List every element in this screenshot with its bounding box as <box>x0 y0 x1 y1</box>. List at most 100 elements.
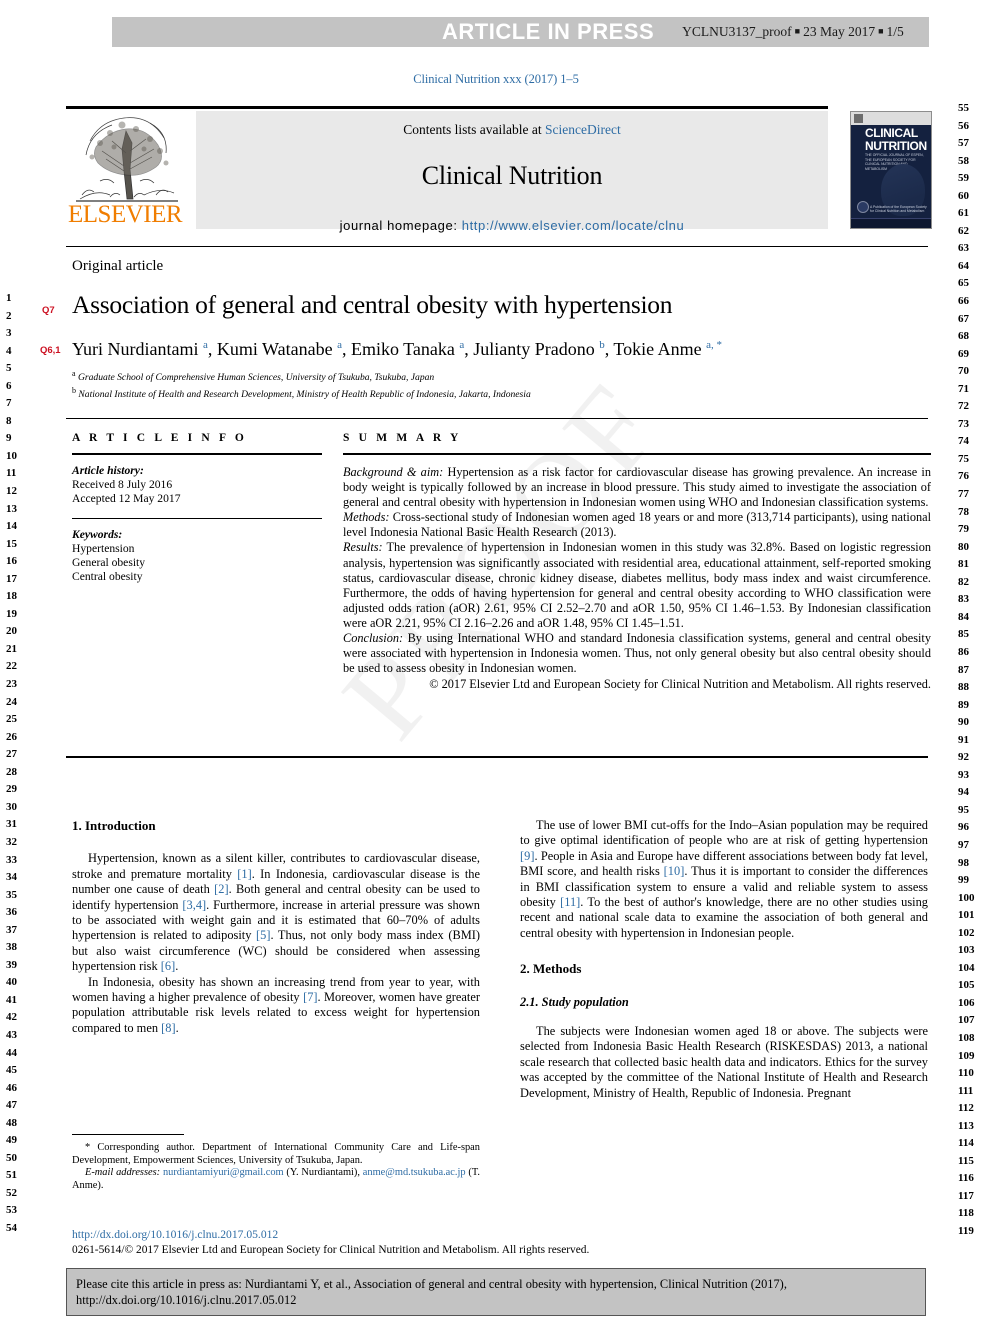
line-number: 37 <box>6 923 17 936</box>
line-number: 30 <box>6 800 17 813</box>
line-number: 101 <box>958 909 975 922</box>
summary-conclusion-label: Conclusion: <box>343 631 404 646</box>
citation-ref-6[interactable]: [6] <box>161 959 175 973</box>
line-number: 106 <box>958 996 975 1009</box>
page-title: Association of general and central obesi… <box>72 290 673 319</box>
cover-footer-text: A Publication of the European Society fo… <box>870 204 927 214</box>
line-number: 64 <box>958 259 969 272</box>
summary-column: S U M M A R Y Background & aim: Hyperten… <box>343 432 931 692</box>
line-number: 84 <box>958 610 969 623</box>
cite-line-2[interactable]: http://dx.doi.org/10.1016/j.clnu.2017.05… <box>76 1292 916 1308</box>
proof-date: 23 May 2017 <box>803 24 876 39</box>
contents-available-line: Contents lists available at ScienceDirec… <box>196 111 828 138</box>
email-link-2[interactable]: anme@md.tsukuba.ac.jp <box>363 1167 466 1178</box>
proof-page: 1/5 <box>886 24 904 39</box>
summary-body: Background & aim: Hypertension as a risk… <box>343 465 931 692</box>
citation-ref-3-4[interactable]: [3,4] <box>182 898 206 912</box>
line-number: 81 <box>958 558 969 571</box>
affiliations: a Graduate School of Comprehensive Human… <box>72 368 942 401</box>
masthead-box: Contents lists available at ScienceDirec… <box>196 111 828 233</box>
article-history-group: Article history: Received 8 July 2016 Ac… <box>72 464 322 507</box>
line-number: 33 <box>6 853 17 866</box>
proof-id: YCLNU3137_proof <box>682 24 792 39</box>
citation-ref-7[interactable]: [7] <box>303 990 317 1004</box>
info-section-top-rule <box>66 418 928 419</box>
intro-paragraph-1: Hypertension, known as a silent killer, … <box>72 851 480 974</box>
line-number: 42 <box>6 1011 17 1024</box>
footnotes: * Corresponding author. Department of In… <box>72 1142 480 1192</box>
homepage-url-link[interactable]: http://www.elsevier.com/locate/clnu <box>462 218 685 233</box>
citation-ref-2[interactable]: [2] <box>214 882 228 896</box>
affiliation-b: b National Institute of Health and Resea… <box>72 385 531 400</box>
line-number: 76 <box>958 470 969 483</box>
query-tag-q7[interactable]: Q7 <box>42 305 55 316</box>
line-number: 98 <box>958 856 969 869</box>
line-number: 20 <box>6 625 17 638</box>
section-heading-methods: 2. Methods <box>520 961 582 977</box>
line-number: 3 <box>6 327 12 340</box>
summary-results-text: The prevalence of hypertension in Indone… <box>343 540 931 630</box>
article-type-label: Original article <box>72 258 164 274</box>
intro-paragraph-3: The use of lower BMI cut-offs for the In… <box>520 818 928 941</box>
corresponding-author-text: Corresponding author. Department of Inte… <box>72 1142 480 1166</box>
line-number: 88 <box>958 681 969 694</box>
line-number: 72 <box>958 400 969 413</box>
citation-ref-10[interactable]: [10] <box>664 864 685 878</box>
line-number: 118 <box>958 1207 974 1220</box>
line-number: 10 <box>6 449 17 462</box>
summary-methods-label: Methods: <box>343 510 390 525</box>
line-number: 47 <box>6 1099 17 1112</box>
line-number: 78 <box>958 505 969 518</box>
line-number: 52 <box>6 1186 17 1199</box>
elsevier-logo: ELSEVIER <box>66 111 188 229</box>
cover-logo-square <box>854 114 863 123</box>
line-number: 77 <box>958 488 969 501</box>
query-tag-q6[interactable]: Q6,1 <box>40 345 61 356</box>
sciencedirect-link[interactable]: ScienceDirect <box>545 122 621 137</box>
line-number: 55 <box>958 102 969 114</box>
line-number: 89 <box>958 698 969 711</box>
line-number: 96 <box>958 821 969 834</box>
line-number: 36 <box>6 906 17 919</box>
line-number: 11 <box>6 467 17 480</box>
line-number: 80 <box>958 540 969 553</box>
article-in-press-banner: ARTICLE IN PRESS YCLNU3137_proof ■ 23 May … <box>112 17 929 47</box>
homepage-label: journal homepage: <box>339 218 462 233</box>
cover-title-line1: CLINICAL <box>865 126 918 140</box>
line-number: 119 <box>958 1225 974 1237</box>
keywords-label: Keywords: <box>72 527 123 541</box>
author-list: Yuri Nurdiantami a, Kumi Watanabe a, Emi… <box>72 339 723 359</box>
line-number: 95 <box>958 803 969 816</box>
article-received-date: Received 8 July 2016 <box>72 478 173 492</box>
doi-link[interactable]: http://dx.doi.org/10.1016/j.clnu.2017.05… <box>72 1228 278 1241</box>
line-number: 32 <box>6 835 17 848</box>
issn-copyright-line: 0261-5614/© 2017 Elsevier Ltd and Europe… <box>72 1244 590 1256</box>
citation-ref-1[interactable]: [1] <box>237 867 251 881</box>
line-number: 94 <box>958 786 969 799</box>
cover-header-band <box>851 112 931 125</box>
line-number: 103 <box>958 944 975 957</box>
subsection-heading-study-population: 2.1. Study population <box>520 994 629 1009</box>
summary-rule <box>343 453 931 455</box>
cite-text: Please cite this article in press as: Nu… <box>67 1269 925 1308</box>
intro-p3-seg-a: The use of lower BMI cut-offs for the In… <box>520 818 928 848</box>
line-number: 86 <box>958 645 969 658</box>
citation-ref-9[interactable]: [9] <box>520 849 534 863</box>
line-number: 7 <box>6 397 12 410</box>
proof-metadata: YCLNU3137_proof ■ 23 May 2017 ■ 1/5 <box>682 24 904 40</box>
citation-ref-8[interactable]: [8] <box>161 1021 175 1035</box>
body-column-left: 1. Introduction Hypertension, known as a… <box>72 818 480 1036</box>
line-number: 62 <box>958 224 969 237</box>
line-number: 67 <box>958 312 969 325</box>
line-number: 50 <box>6 1151 17 1164</box>
keyword-item: Central obesity <box>72 570 143 584</box>
email-link-1[interactable]: nurdiantamiyuri@gmail.com <box>163 1167 284 1178</box>
study-population-paragraph: The subjects were Indonesian women aged … <box>520 1024 928 1100</box>
line-number: 48 <box>6 1116 17 1129</box>
line-number: 105 <box>958 979 975 992</box>
line-number: 18 <box>6 590 17 603</box>
separator-square-1: ■ <box>794 26 801 36</box>
line-number: 107 <box>958 1014 975 1027</box>
citation-ref-11[interactable]: [11] <box>560 895 580 909</box>
citation-ref-5[interactable]: [5] <box>256 928 270 942</box>
